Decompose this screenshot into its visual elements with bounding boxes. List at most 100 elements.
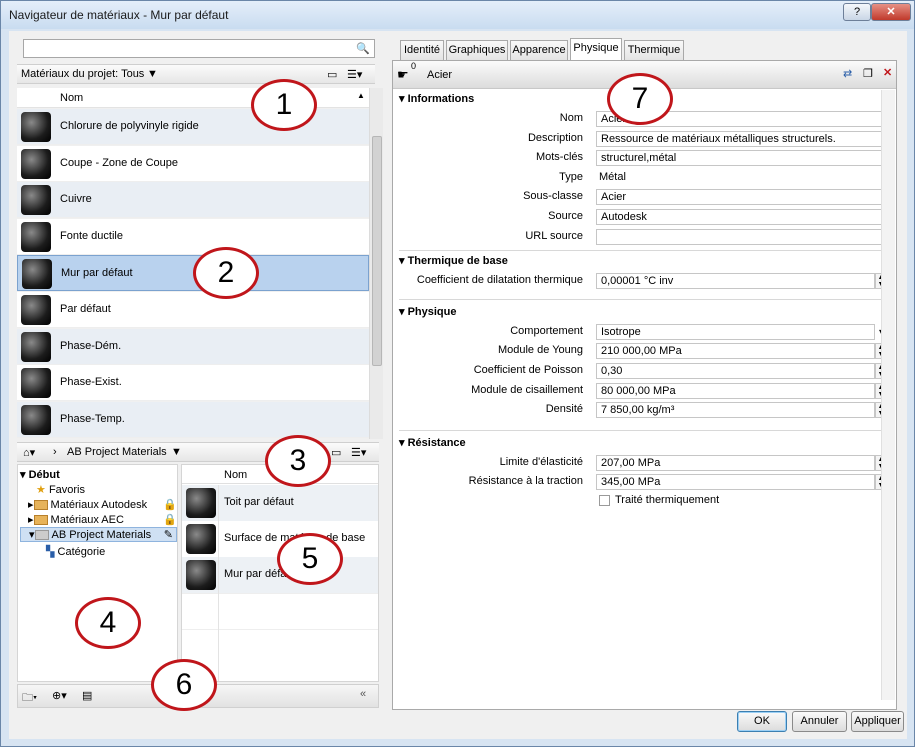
section-physical[interactable]: ▾ Physique xyxy=(399,305,456,318)
material-row[interactable]: Phase-Dém. xyxy=(17,328,369,365)
search-input[interactable]: 🔍 xyxy=(23,39,375,58)
library-dropdown-icon[interactable]: ▼ xyxy=(171,446,182,458)
section-thermal_base[interactable]: ▾ Thermique de base xyxy=(399,254,508,267)
material-thumbnail xyxy=(21,331,51,362)
property-label: Source xyxy=(548,210,583,222)
material-row[interactable]: Phase-Exist. xyxy=(17,365,369,402)
property-value-field[interactable]: 7 850,00 kg/m³ xyxy=(596,402,875,419)
view-toggle-icon[interactable]: ▭ xyxy=(327,68,337,81)
tree-item-category[interactable]: ▚ Catégorie xyxy=(46,545,105,558)
delete-asset-icon[interactable]: ✕ xyxy=(883,66,892,79)
property-value-field[interactable]: Autodesk xyxy=(596,209,892,225)
apply-button[interactable]: Appliquer xyxy=(851,711,904,732)
material-thumbnail xyxy=(21,221,51,252)
callout-5: 5 xyxy=(277,533,343,585)
section-info[interactable]: ▾ Informations xyxy=(399,92,474,105)
material-name: Phase-Exist. xyxy=(60,376,122,389)
tree-item-aec[interactable]: ▸ Matériaux AEC xyxy=(28,513,124,526)
scrollbar-thumb[interactable] xyxy=(372,136,382,366)
tab-appearance[interactable]: Apparence xyxy=(510,40,568,60)
property-label: Nom xyxy=(559,112,583,124)
edit-pencil-icon[interactable]: ✎ xyxy=(164,528,173,541)
close-button[interactable]: ✕ xyxy=(871,3,911,21)
column-divider xyxy=(218,485,219,681)
divider xyxy=(399,250,889,252)
material-row[interactable]: Coupe - Zone de Coupe xyxy=(17,145,369,182)
property-label: URL source xyxy=(525,229,583,242)
asset-name: Acier xyxy=(427,69,453,81)
tree-item-favorites[interactable]: ★ Favoris xyxy=(36,483,85,496)
tab-graphics[interactable]: Graphiques xyxy=(446,40,508,60)
create-material-icon[interactable]: ⊕▾ xyxy=(52,689,67,702)
properties-scrollbar[interactable] xyxy=(881,90,895,700)
ok-button[interactable]: OK xyxy=(737,711,787,732)
collapse-panel-icon[interactable]: « xyxy=(360,688,366,700)
replace-asset-icon[interactable]: ⇄ xyxy=(843,67,852,80)
cancel-button[interactable]: Annuler xyxy=(792,711,847,732)
library-crumb[interactable]: AB Project Materials xyxy=(67,446,167,458)
property-label: Module de Young xyxy=(497,344,583,357)
open-editor-icon[interactable]: ▤ xyxy=(82,689,92,702)
tree-item-ab-project[interactable]: ▾ AB Project Materials ✎ xyxy=(20,527,177,542)
material-thumbnail xyxy=(22,259,52,290)
lock-icon: 🔒 xyxy=(163,499,177,511)
property-value-field[interactable]: Ressource de matériaux métalliques struc… xyxy=(596,130,892,147)
physical-properties-pane: ☛ 0 Acier ⇄ ❐ ✕ ▾ Informations Nom Acier De… xyxy=(392,60,897,710)
library-manage-icon[interactable]: 🗀▾ xyxy=(22,689,37,708)
sort-ascending-icon: ▲ xyxy=(357,91,365,100)
library-items: Toit par défautSurface de matériau de ba… xyxy=(182,485,378,681)
property-value: Métal xyxy=(599,170,626,183)
property-value-field[interactable]: 0,30 xyxy=(596,363,875,379)
title-bar: Navigateur de matériaux - Mur par défaut… xyxy=(1,1,914,29)
help-button[interactable]: ? xyxy=(843,3,871,21)
name-column-label: Nom xyxy=(60,92,84,104)
category-icon: ▚ xyxy=(46,546,55,558)
property-value-field[interactable]: structurel,métal xyxy=(596,150,892,167)
material-thumbnail xyxy=(21,404,51,435)
tab-physical[interactable]: Physique xyxy=(570,38,622,60)
property-value-field[interactable]: 210 000,00 MPa xyxy=(596,343,875,360)
property-value-field[interactable]: 0,00001 °C inv xyxy=(596,273,875,290)
library-item-row[interactable]: Toit par défaut xyxy=(182,485,378,521)
window-title: Navigateur de matériaux - Mur par défaut xyxy=(9,8,229,22)
home-icon[interactable]: ⌂▾ xyxy=(23,446,35,459)
project-materials-filter[interactable]: Matériaux du projet: Tous xyxy=(21,68,144,80)
material-thumbnail xyxy=(21,295,51,325)
material-row[interactable]: Cuivre xyxy=(17,182,369,219)
property-label: Mots-clés xyxy=(535,151,583,164)
material-row[interactable]: Fonte ductile xyxy=(17,218,369,255)
library-list-options-icon[interactable]: ☰▾ xyxy=(351,446,366,459)
property-value-field[interactable] xyxy=(596,228,892,245)
material-row[interactable]: Phase-Temp. xyxy=(17,401,369,438)
heat-treated-checkbox[interactable]: Traité thermiquement xyxy=(599,494,719,506)
tree-item-home[interactable]: ▾ Début xyxy=(20,468,60,481)
property-value-field[interactable]: 207,00 MPa xyxy=(596,454,875,471)
search-icon: 🔍 xyxy=(356,43,370,55)
tree-item-autodesk[interactable]: ▸ Matériaux Autodesk xyxy=(28,498,147,511)
star-icon: ★ xyxy=(36,484,46,496)
folder-icon xyxy=(34,530,49,541)
material-row[interactable]: Chlorure de polyvinyle rigide xyxy=(17,109,369,145)
material-library-panel: 🔍 Matériaux du projet: Tous ▼ ▭ ☰▾ Nom ▲… xyxy=(15,33,389,710)
callout-3: 3 xyxy=(265,435,331,487)
material-row[interactable]: Par défaut xyxy=(17,292,369,328)
property-value-field[interactable]: Acier xyxy=(596,189,892,206)
property-value-field[interactable]: 80 000,00 MPa xyxy=(596,382,875,399)
tab-identity[interactable]: Identité xyxy=(400,40,444,60)
duplicate-asset-icon[interactable]: ❐ xyxy=(863,67,873,80)
material-name: Phase-Temp. xyxy=(60,412,125,425)
chevron-down-icon[interactable]: ▼ xyxy=(147,68,158,80)
library-tree: ▾ Début ★ Favoris ▸ Matériaux Autodesk 🔒 … xyxy=(17,464,178,682)
materials-scrollbar[interactable] xyxy=(369,88,383,439)
project-materials-bar: Matériaux du projet: Tous ▼ ▭ ☰▾ xyxy=(17,64,375,84)
tab-thermal[interactable]: Thermique xyxy=(624,40,684,60)
list-options-icon[interactable]: ☰▾ xyxy=(347,68,362,81)
library-item-name: Toit par défaut xyxy=(224,496,294,508)
library-view-toggle-icon[interactable]: ▭ xyxy=(331,446,341,459)
property-value-field[interactable]: Isotrope xyxy=(596,323,875,340)
material-name: Fonte ductile xyxy=(60,229,123,242)
property-value-field[interactable]: 345,00 MPa xyxy=(596,474,875,491)
chevron-right-icon: › xyxy=(53,446,57,458)
section-resistance[interactable]: ▾ Résistance xyxy=(399,436,466,449)
material-name: Coupe - Zone de Coupe xyxy=(60,156,179,169)
